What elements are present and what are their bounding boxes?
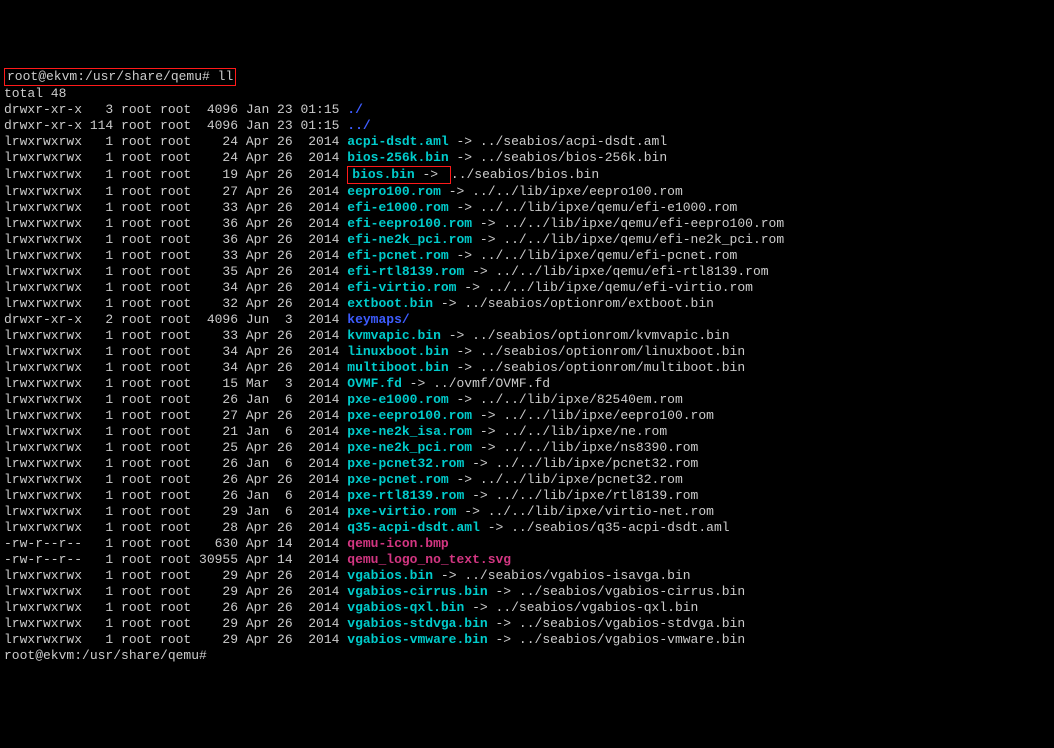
list-row: lrwxrwxrwx 1 root root 29 Jan 6 2014 pxe… bbox=[4, 504, 1050, 520]
list-row: lrwxrwxrwx 1 root root 27 Apr 26 2014 ee… bbox=[4, 184, 1050, 200]
list-row: lrwxrwxrwx 1 root root 32 Apr 26 2014 ex… bbox=[4, 296, 1050, 312]
total-line: total 48 bbox=[4, 86, 1050, 102]
list-row: lrwxrwxrwx 1 root root 34 Apr 26 2014 li… bbox=[4, 344, 1050, 360]
list-row: lrwxrwxrwx 1 root root 35 Apr 26 2014 ef… bbox=[4, 264, 1050, 280]
command: ll bbox=[218, 69, 234, 84]
list-row: lrwxrwxrwx 1 root root 29 Apr 26 2014 vg… bbox=[4, 584, 1050, 600]
list-row: -rw-r--r-- 1 root root 30955 Apr 14 2014… bbox=[4, 552, 1050, 568]
list-row: -rw-r--r-- 1 root root 630 Apr 14 2014 q… bbox=[4, 536, 1050, 552]
list-row: lrwxrwxrwx 1 root root 33 Apr 26 2014 kv… bbox=[4, 328, 1050, 344]
list-row: lrwxrwxrwx 1 root root 27 Apr 26 2014 px… bbox=[4, 408, 1050, 424]
list-row: lrwxrwxrwx 1 root root 19 Apr 26 2014 bi… bbox=[4, 166, 1050, 184]
list-row: lrwxrwxrwx 1 root root 29 Apr 26 2014 vg… bbox=[4, 568, 1050, 584]
prompt-line: root@ekvm:/usr/share/qemu# ll bbox=[4, 68, 1050, 86]
list-row: lrwxrwxrwx 1 root root 34 Apr 26 2014 ef… bbox=[4, 280, 1050, 296]
list-row: lrwxrwxrwx 1 root root 15 Mar 3 2014 OVM… bbox=[4, 376, 1050, 392]
list-row: lrwxrwxrwx 1 root root 33 Apr 26 2014 ef… bbox=[4, 248, 1050, 264]
list-row: lrwxrwxrwx 1 root root 36 Apr 26 2014 ef… bbox=[4, 216, 1050, 232]
prompt-line: root@ekvm:/usr/share/qemu# bbox=[4, 648, 1050, 664]
list-row: lrwxrwxrwx 1 root root 36 Apr 26 2014 ef… bbox=[4, 232, 1050, 248]
list-row: lrwxrwxrwx 1 root root 26 Apr 26 2014 vg… bbox=[4, 600, 1050, 616]
list-row: lrwxrwxrwx 1 root root 28 Apr 26 2014 q3… bbox=[4, 520, 1050, 536]
list-row: lrwxrwxrwx 1 root root 21 Jan 6 2014 pxe… bbox=[4, 424, 1050, 440]
list-row: lrwxrwxrwx 1 root root 24 Apr 26 2014 ac… bbox=[4, 134, 1050, 150]
list-row: drwxr-xr-x 2 root root 4096 Jun 3 2014 k… bbox=[4, 312, 1050, 328]
list-row: drwxr-xr-x 114 root root 4096 Jan 23 01:… bbox=[4, 118, 1050, 134]
prompt: root@ekvm:/usr/share/qemu# bbox=[7, 69, 210, 84]
terminal-output[interactable]: root@ekvm:/usr/share/qemu# lltotal 48drw… bbox=[4, 68, 1050, 664]
list-row: drwxr-xr-x 3 root root 4096 Jan 23 01:15… bbox=[4, 102, 1050, 118]
list-row: lrwxrwxrwx 1 root root 26 Jan 6 2014 pxe… bbox=[4, 456, 1050, 472]
list-row: lrwxrwxrwx 1 root root 33 Apr 26 2014 ef… bbox=[4, 200, 1050, 216]
list-row: lrwxrwxrwx 1 root root 25 Apr 26 2014 px… bbox=[4, 440, 1050, 456]
list-row: lrwxrwxrwx 1 root root 29 Apr 26 2014 vg… bbox=[4, 616, 1050, 632]
list-row: lrwxrwxrwx 1 root root 26 Jan 6 2014 pxe… bbox=[4, 392, 1050, 408]
list-row: lrwxrwxrwx 1 root root 26 Jan 6 2014 pxe… bbox=[4, 488, 1050, 504]
list-row: lrwxrwxrwx 1 root root 24 Apr 26 2014 bi… bbox=[4, 150, 1050, 166]
list-row: lrwxrwxrwx 1 root root 29 Apr 26 2014 vg… bbox=[4, 632, 1050, 648]
list-row: lrwxrwxrwx 1 root root 34 Apr 26 2014 mu… bbox=[4, 360, 1050, 376]
list-row: lrwxrwxrwx 1 root root 26 Apr 26 2014 px… bbox=[4, 472, 1050, 488]
